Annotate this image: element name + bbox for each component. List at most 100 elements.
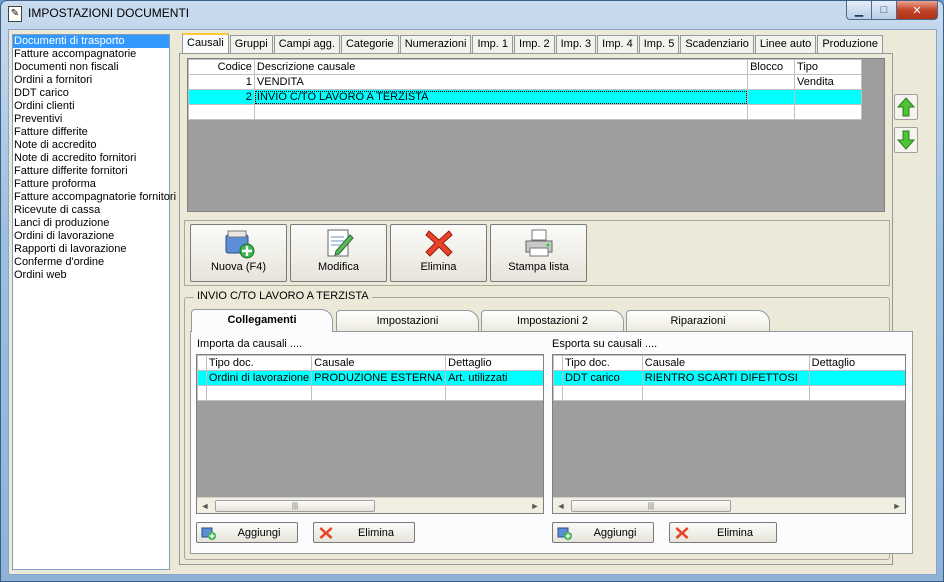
modifica-label: Modifica — [318, 261, 359, 273]
esporta-elimina-button[interactable]: Elimina — [669, 522, 777, 543]
causali-grid[interactable]: Codice Descrizione causale Blocco Tipo 1… — [187, 58, 885, 212]
cell-dettaglio[interactable] — [808, 370, 905, 386]
minimize-button[interactable]: ▁ — [846, 1, 872, 20]
elimina-label: Elimina — [420, 261, 457, 273]
list-item[interactable]: Note di accredito fornitori — [13, 152, 169, 165]
column-header-descrizione[interactable]: Descrizione causale — [253, 59, 749, 75]
cell-blocco[interactable] — [747, 89, 796, 105]
tab-categorie[interactable]: Categorie — [340, 35, 399, 53]
horizontal-scrollbar[interactable]: ◄ ||| ► — [197, 497, 543, 513]
list-item[interactable]: Note di accredito — [13, 139, 169, 152]
tab-linee-auto[interactable]: Linee auto — [754, 35, 817, 53]
table-row-new[interactable] — [197, 385, 543, 401]
new-document-icon — [225, 230, 254, 259]
list-item[interactable]: DDT carico — [13, 87, 169, 100]
column-header-dettaglio[interactable]: Dettaglio — [808, 355, 905, 371]
cell-descrizione[interactable]: VENDITA — [253, 74, 749, 90]
move-up-button[interactable] — [894, 94, 918, 120]
table-row[interactable]: Ordini di lavorazione PRODUZIONE ESTERNA… — [197, 370, 543, 386]
table-row-selected[interactable]: 2 INVIO C/TO LAVORO A TERZISTA — [188, 89, 862, 105]
importa-elimina-button[interactable]: Elimina — [313, 522, 415, 543]
scroll-left-icon[interactable]: ◄ — [197, 501, 213, 511]
subtab-impostazioni-2[interactable]: Impostazioni 2 — [481, 310, 624, 331]
list-item[interactable]: Ordini a fornitori — [13, 74, 169, 87]
tab-scadenziario[interactable]: Scadenziario — [680, 35, 754, 53]
cell-dettaglio[interactable]: Art. utilizzati — [445, 370, 543, 386]
delete-x-icon — [424, 230, 453, 257]
list-item[interactable]: Fatture accompagnatorie — [13, 48, 169, 61]
subtab-riparazioni[interactable]: Riparazioni — [626, 310, 770, 331]
tab-produzione[interactable]: Produzione — [817, 35, 883, 53]
column-header-causale[interactable]: Causale — [311, 355, 447, 371]
maximize-button[interactable]: □ — [871, 1, 897, 20]
column-header-causale[interactable]: Causale — [641, 355, 810, 371]
printer-icon — [525, 229, 552, 257]
column-header-dettaglio[interactable]: Dettaglio — [445, 355, 543, 371]
cell-tipo-doc[interactable]: DDT carico — [561, 370, 643, 386]
column-header-codice[interactable]: Codice — [188, 59, 255, 75]
list-item[interactable]: Ordini clienti — [13, 100, 169, 113]
table-row-new[interactable] — [553, 385, 905, 401]
scroll-right-icon[interactable]: ► — [527, 501, 543, 511]
stampa-button[interactable]: Stampa lista — [490, 224, 587, 282]
cell-tipo[interactable] — [794, 89, 862, 105]
title-bar[interactable]: ✎ IMPOSTAZIONI DOCUMENTI ▁ □ ✕ — [0, 0, 944, 28]
horizontal-scrollbar[interactable]: ◄ ||| ► — [553, 497, 905, 513]
cell-tipo[interactable]: Vendita — [794, 74, 862, 90]
subtab-impostazioni[interactable]: Impostazioni — [336, 310, 479, 331]
cell-blocco[interactable] — [747, 74, 796, 90]
list-item[interactable]: Ordini di lavorazione — [13, 230, 169, 243]
list-item[interactable]: Preventivi — [13, 113, 169, 126]
tab-numerazioni[interactable]: Numerazioni — [399, 35, 472, 53]
scroll-thumb[interactable]: ||| — [215, 500, 375, 512]
list-item[interactable]: Rapporti di lavorazione — [13, 243, 169, 256]
tab-imp-5[interactable]: Imp. 5 — [638, 35, 680, 53]
column-header-tipo-doc[interactable]: Tipo doc. — [205, 355, 313, 371]
document-icon: ✎ — [8, 6, 22, 22]
column-header-tipo-doc[interactable]: Tipo doc. — [561, 355, 643, 371]
document-type-list[interactable]: Documenti di trasporto Fatture accompagn… — [12, 34, 176, 570]
list-item[interactable]: Fatture proforma — [13, 178, 169, 191]
table-row[interactable]: DDT carico RIENTRO SCARTI DIFETTOSI — [553, 370, 905, 386]
scroll-left-icon[interactable]: ◄ — [553, 501, 569, 511]
cell-tipo-doc[interactable]: Ordini di lavorazione — [205, 370, 313, 386]
tab-imp-1[interactable]: Imp. 1 — [472, 35, 514, 53]
list-item[interactable]: Lanci di produzione — [13, 217, 169, 230]
tab-gruppi[interactable]: Gruppi — [229, 35, 273, 53]
cell-descrizione[interactable]: INVIO C/TO LAVORO A TERZISTA — [253, 89, 749, 105]
importa-grid[interactable]: Tipo doc. Causale Dettaglio Ordini di la… — [196, 354, 544, 514]
tab-imp-2[interactable]: Imp. 2 — [514, 35, 555, 53]
list-item[interactable]: Documenti non fiscali — [13, 61, 169, 74]
tab-imp-4[interactable]: Imp. 4 — [597, 35, 638, 53]
scroll-right-icon[interactable]: ► — [889, 501, 905, 511]
settings-tabs: Causali Gruppi Campi agg. Categorie Nume… — [182, 33, 884, 53]
column-header-tipo[interactable]: Tipo — [794, 59, 862, 75]
importa-aggiungi-button[interactable]: Aggiungi — [196, 522, 298, 543]
subtab-collegamenti[interactable]: Collegamenti — [191, 309, 333, 332]
cell-causale[interactable]: PRODUZIONE ESTERNA — [311, 370, 447, 386]
modifica-button[interactable]: Modifica — [290, 224, 387, 282]
scroll-thumb[interactable]: ||| — [571, 500, 731, 512]
cell-codice[interactable]: 2 — [188, 89, 255, 105]
move-down-button[interactable] — [894, 127, 918, 153]
list-item[interactable]: Fatture differite fornitori — [13, 165, 169, 178]
list-item[interactable]: Fatture accompagnatorie fornitori — [13, 191, 176, 204]
list-item[interactable]: Conferme d'ordine — [13, 256, 169, 269]
list-item[interactable]: Ricevute di cassa — [13, 204, 169, 217]
tab-imp-3[interactable]: Imp. 3 — [555, 35, 597, 53]
cell-codice[interactable]: 1 — [188, 74, 255, 90]
esporta-aggiungi-button[interactable]: Aggiungi — [552, 522, 654, 543]
table-row-new[interactable] — [188, 104, 862, 120]
cell-causale[interactable]: RIENTRO SCARTI DIFETTOSI — [641, 370, 810, 386]
list-item-documenti-di-trasporto[interactable]: Documenti di trasporto — [13, 35, 169, 48]
list-item[interactable]: Ordini web — [13, 269, 169, 282]
list-item[interactable]: Fatture differite — [13, 126, 169, 139]
table-row[interactable]: 1 VENDITA Vendita — [188, 74, 862, 90]
elimina-button[interactable]: Elimina — [390, 224, 487, 282]
column-header-blocco[interactable]: Blocco — [747, 59, 796, 75]
tab-causali[interactable]: Causali — [182, 33, 229, 53]
close-button[interactable]: ✕ — [896, 1, 938, 20]
esporta-grid[interactable]: Tipo doc. Causale Dettaglio DDT carico R… — [552, 354, 906, 514]
tab-campi-agg[interactable]: Campi agg. — [273, 35, 340, 53]
nuova-button[interactable]: Nuova (F4) — [190, 224, 287, 282]
